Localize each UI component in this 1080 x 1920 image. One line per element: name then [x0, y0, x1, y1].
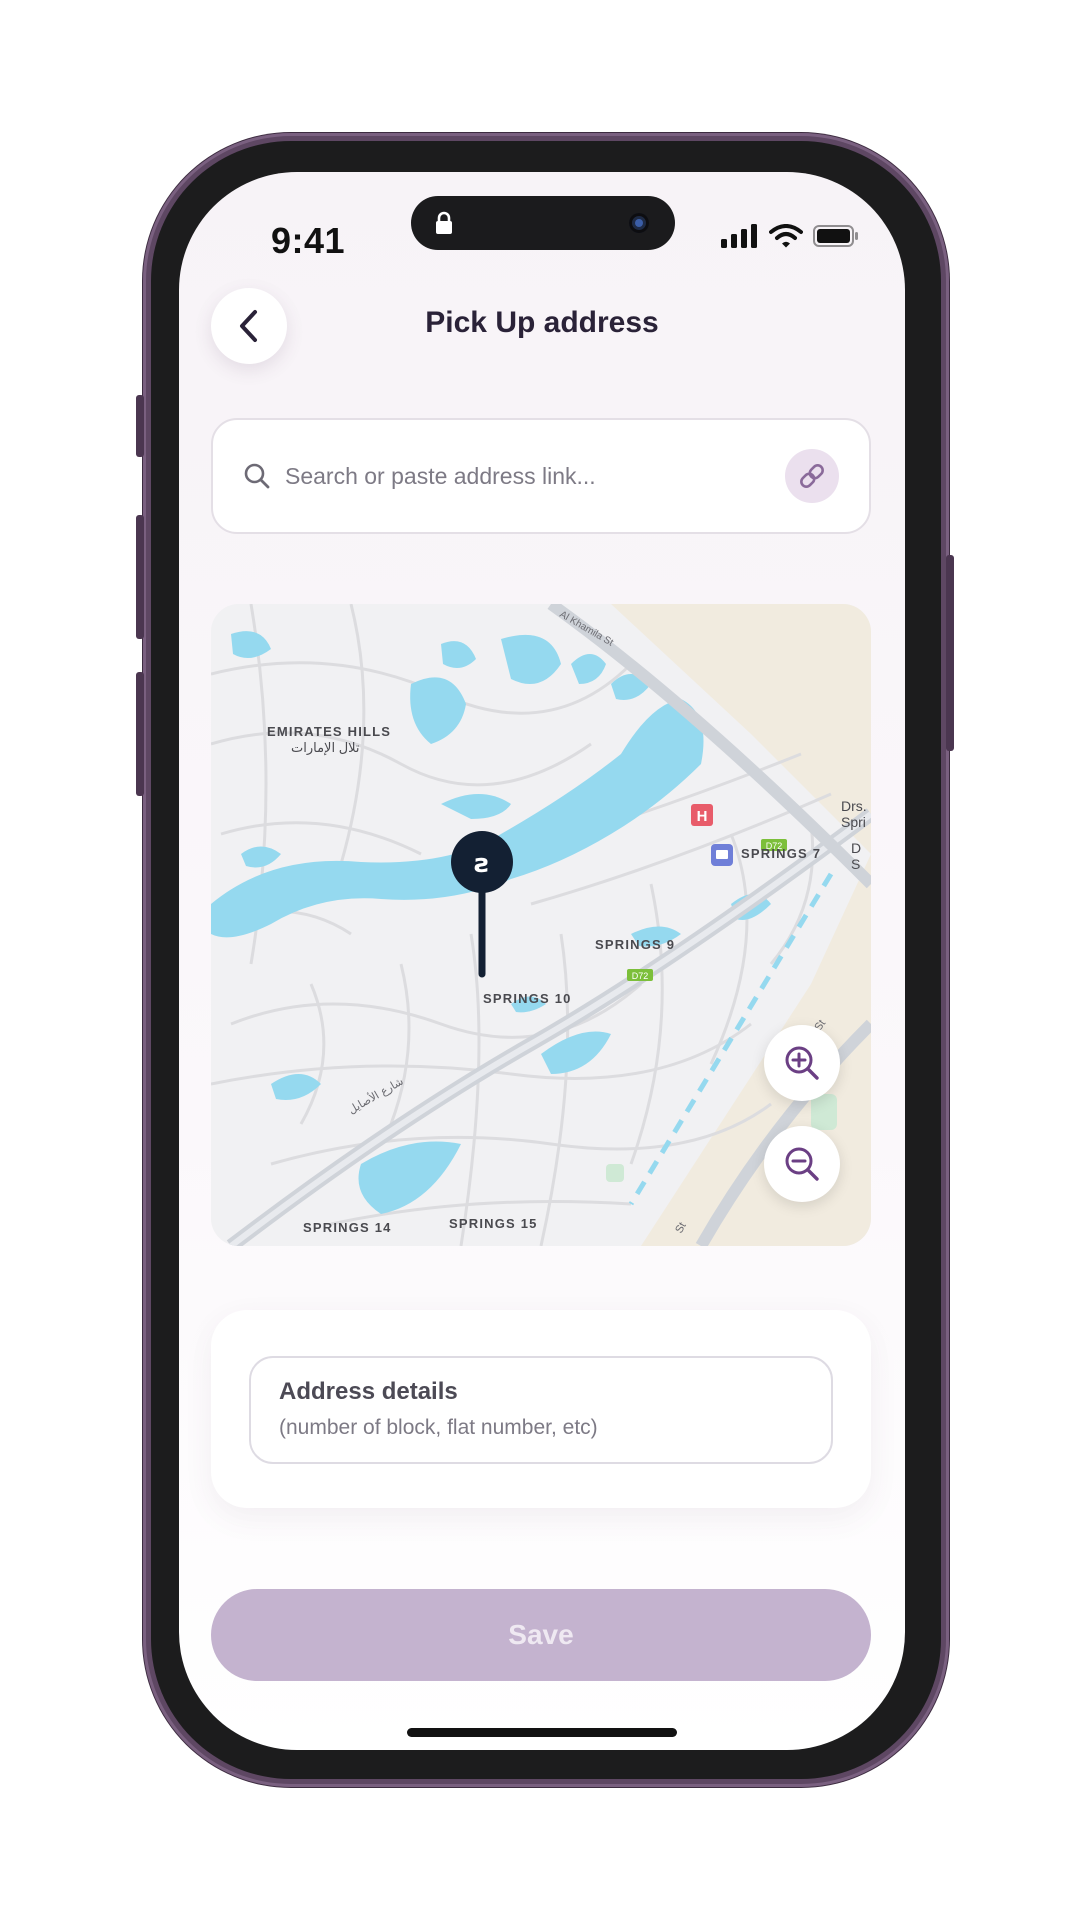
volume-up-button [136, 515, 144, 639]
save-button[interactable]: Save [211, 1589, 871, 1681]
map-label-drs: Drs. [841, 798, 867, 814]
phone-screen: 9:41 Pick Up address Search or paste add… [179, 172, 905, 1750]
map-label-springs-9: SPRINGS 9 [595, 937, 676, 952]
park-patch [606, 1164, 624, 1182]
volume-down-button [136, 672, 144, 796]
link-icon [800, 464, 824, 488]
map-label-drs-sub: Spri [841, 814, 866, 830]
home-indicator [407, 1728, 677, 1737]
power-button [946, 555, 954, 751]
map-label-emirates-hills-ar: تلال الإمارات [291, 740, 360, 755]
address-details-input[interactable]: Address details (number of block, flat n… [249, 1356, 833, 1464]
map-view[interactable]: D72 D72 H ƨ Al Khamila St nd St St شارع … [211, 604, 871, 1246]
map-label-d: D [851, 840, 862, 856]
park-patch [811, 1094, 837, 1130]
search-icon [244, 463, 270, 489]
zoom-in-button[interactable] [764, 1025, 840, 1101]
dynamic-island [411, 196, 675, 250]
map-label-d-sub: S [851, 856, 861, 872]
zoom-out-icon [785, 1147, 819, 1181]
wifi-icon [769, 224, 803, 248]
battery-icon [813, 225, 858, 247]
address-details-card: Address details (number of block, flat n… [211, 1310, 871, 1508]
search-input[interactable]: Search or paste address link... [211, 418, 871, 534]
map-label-springs-14: SPRINGS 14 [303, 1220, 392, 1235]
map-label-springs-7: SPRINGS 7 [741, 846, 822, 861]
road-badge-label: D72 [632, 971, 649, 981]
pin-glyph: ƨ [474, 849, 489, 879]
map-label-springs-15: SPRINGS 15 [449, 1216, 538, 1231]
status-icons [721, 224, 859, 248]
address-details-title: Address details [279, 1378, 458, 1405]
address-details-placeholder: (number of block, flat number, etc) [279, 1416, 598, 1439]
status-time: 9:41 [271, 220, 346, 261]
search-placeholder: Search or paste address link... [285, 462, 596, 489]
lock-icon [436, 211, 452, 234]
hospital-letter: H [697, 808, 708, 825]
map-label-springs-10: SPRINGS 10 [483, 991, 572, 1006]
map-label-emirates-hills: EMIRATES HILLS [267, 724, 392, 739]
front-camera [629, 213, 649, 233]
action-button [136, 395, 144, 457]
zoom-in-icon [785, 1046, 819, 1080]
page-title: Pick Up address [425, 306, 659, 339]
zoom-out-button[interactable] [764, 1126, 840, 1202]
paste-link-button[interactable] [785, 449, 839, 503]
cellular-signal-icon [721, 224, 757, 248]
